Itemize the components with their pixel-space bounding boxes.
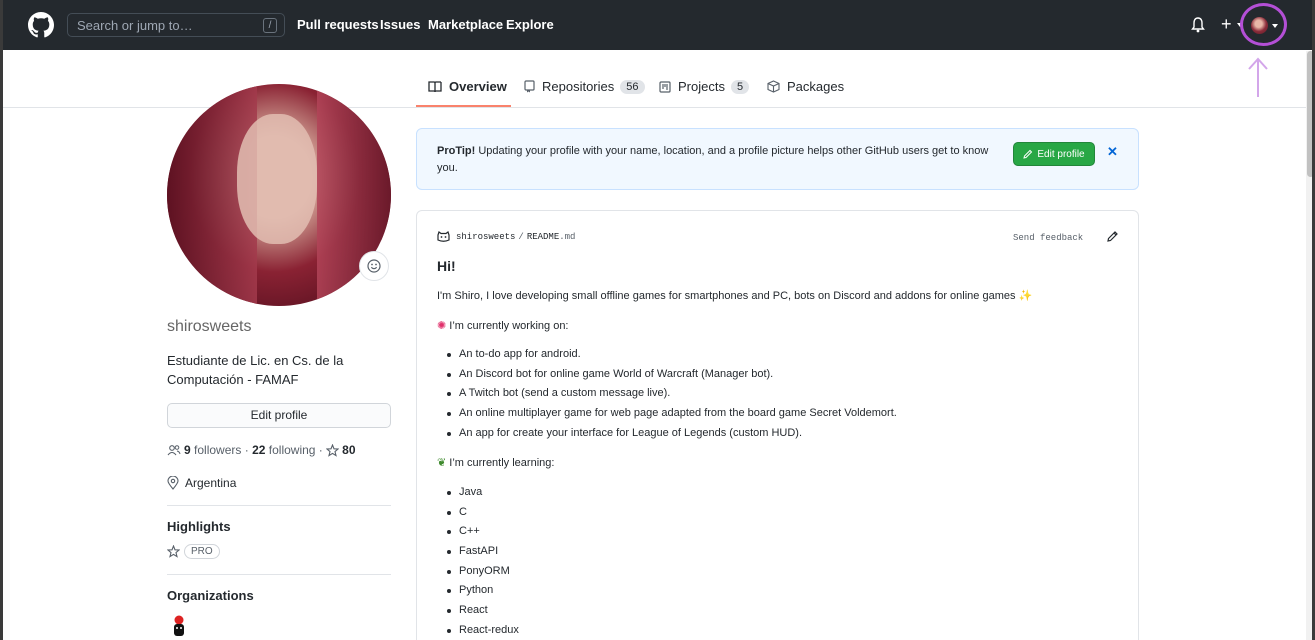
readme-intro: I'm Shiro, I love developing small offli… (437, 289, 1032, 302)
following-count[interactable]: 22 (252, 443, 265, 457)
tab-label: Projects (678, 79, 725, 94)
list-item: C (447, 506, 519, 526)
search-shortcut-key: / (263, 18, 277, 33)
bell-icon[interactable] (1191, 17, 1205, 33)
list-item: React (447, 604, 519, 624)
divider (167, 574, 391, 575)
readme-breadcrumb: shirosweets / README .md (437, 231, 575, 242)
nav-explore[interactable]: Explore (506, 17, 554, 32)
list-item: An online multiplayer game for web page … (447, 407, 897, 427)
learning-heading-text: I’m currently learning: (449, 457, 555, 469)
smiley-icon (367, 259, 381, 273)
tab-label: Packages (787, 79, 845, 94)
location-pin-icon (167, 476, 179, 490)
annotation-circle (1240, 3, 1287, 46)
flower-icon: ✺ (437, 320, 447, 332)
profile-avatar[interactable] (167, 84, 391, 306)
project-icon (659, 80, 671, 93)
list-item: FastAPI (447, 545, 519, 565)
seedling-icon: ❦ (437, 457, 447, 469)
profile-bio: Estudiante de Lic. en Cs. de la Computac… (167, 353, 344, 387)
tab-projects[interactable]: Projects 5 (659, 79, 750, 94)
nav-issues[interactable]: Issues (380, 17, 420, 32)
close-icon[interactable]: ✕ (1107, 144, 1118, 160)
search-placeholder: Search or jump to… (77, 18, 193, 33)
repositories-count: 56 (620, 79, 645, 94)
book-icon (428, 80, 442, 92)
tab-repositories[interactable]: Repositories 56 (524, 79, 645, 94)
pencil-icon (1023, 149, 1033, 159)
tab-label: Repositories (542, 79, 615, 94)
list-item: Java (447, 486, 519, 506)
list-item: PonyORM (447, 565, 519, 585)
github-logo-icon[interactable] (28, 12, 54, 38)
protip-text: ProTip! Updating your profile with your … (437, 143, 1007, 177)
protip-title: ProTip! (437, 145, 476, 157)
list-item: An Discord bot for online game World of … (447, 368, 897, 388)
repo-icon (524, 80, 535, 93)
protip-edit-profile-button[interactable]: Edit profile (1013, 142, 1095, 166)
global-header: Search or jump to… / Pull requests Issue… (3, 0, 1312, 50)
protip-button-label: Edit profile (1037, 148, 1085, 160)
list-item: C++ (447, 525, 519, 545)
readme-working-heading: ✺ I’m currently working on: (437, 319, 569, 332)
readme-file-link[interactable]: README (527, 232, 559, 242)
working-list: An to-do app for android. An Discord bot… (447, 348, 897, 446)
readme-box: shirosweets / README .md Send feedback Hi! … (416, 210, 1139, 640)
organization-avatar[interactable] (171, 615, 187, 637)
tab-packages[interactable]: Packages (767, 79, 844, 94)
location-text: Argentina (185, 476, 237, 490)
highlights-heading: Highlights (167, 519, 231, 534)
divider (167, 505, 391, 506)
search-input[interactable]: Search or jump to… / (67, 13, 285, 37)
send-feedback-link[interactable]: Send feedback (1013, 233, 1083, 243)
tab-label: Overview (449, 79, 507, 94)
profile-username: shirosweets (167, 318, 252, 335)
readme-learning-heading: ❦ I’m currently learning: (437, 456, 554, 469)
readme-intro-text: I'm Shiro, I love developing small offli… (437, 290, 1016, 302)
pencil-icon[interactable] (1107, 230, 1119, 242)
smiley-icon (437, 231, 450, 242)
protip-banner: ProTip! Updating your profile with your … (416, 128, 1139, 190)
readme-file-ext: .md (559, 231, 576, 242)
followers-count[interactable]: 9 (184, 443, 191, 457)
list-item: A Twitch bot (send a custom message live… (447, 387, 897, 407)
list-item: React-redux (447, 624, 519, 640)
list-item: An app for create your interface for Lea… (447, 427, 897, 447)
working-heading-text: I’m currently working on: (449, 320, 569, 332)
pro-badge: PRO (184, 544, 220, 559)
pro-highlight: PRO (167, 544, 220, 559)
page: Search or jump to… / Pull requests Issue… (3, 0, 1312, 640)
stars-count[interactable]: 80 (342, 443, 355, 457)
people-icon (167, 445, 181, 456)
protip-message: Updating your profile with your name, lo… (437, 145, 989, 174)
sparkles-icon: ✨ (1018, 290, 1033, 302)
learning-list: Java C C++ FastAPI PonyORM Python React … (447, 486, 519, 640)
tab-overview[interactable]: Overview (428, 79, 507, 94)
page-scrollbar[interactable] (1306, 51, 1312, 640)
scrollbar-thumb[interactable] (1307, 51, 1312, 177)
readme-heading: Hi! (437, 258, 456, 274)
readme-owner-link[interactable]: shirosweets (456, 232, 515, 242)
list-item: An to-do app for android. (447, 348, 897, 368)
list-item: Python (447, 584, 519, 604)
nav-pull-requests[interactable]: Pull requests (297, 17, 379, 32)
followers-link[interactable]: followers (194, 443, 241, 457)
edit-profile-button[interactable]: Edit profile (167, 403, 391, 428)
organizations-heading: Organizations (167, 588, 254, 603)
star-icon (167, 545, 180, 558)
projects-count: 5 (730, 79, 750, 94)
package-icon (767, 80, 780, 93)
star-icon (326, 443, 340, 457)
nav-marketplace[interactable]: Marketplace (428, 17, 503, 32)
following-link[interactable]: following (269, 443, 316, 457)
follow-stats: 9 followers · 22 following · 80 (167, 443, 356, 457)
active-tab-indicator (416, 105, 511, 107)
set-status-button[interactable] (359, 251, 389, 281)
profile-location: Argentina (167, 476, 236, 490)
